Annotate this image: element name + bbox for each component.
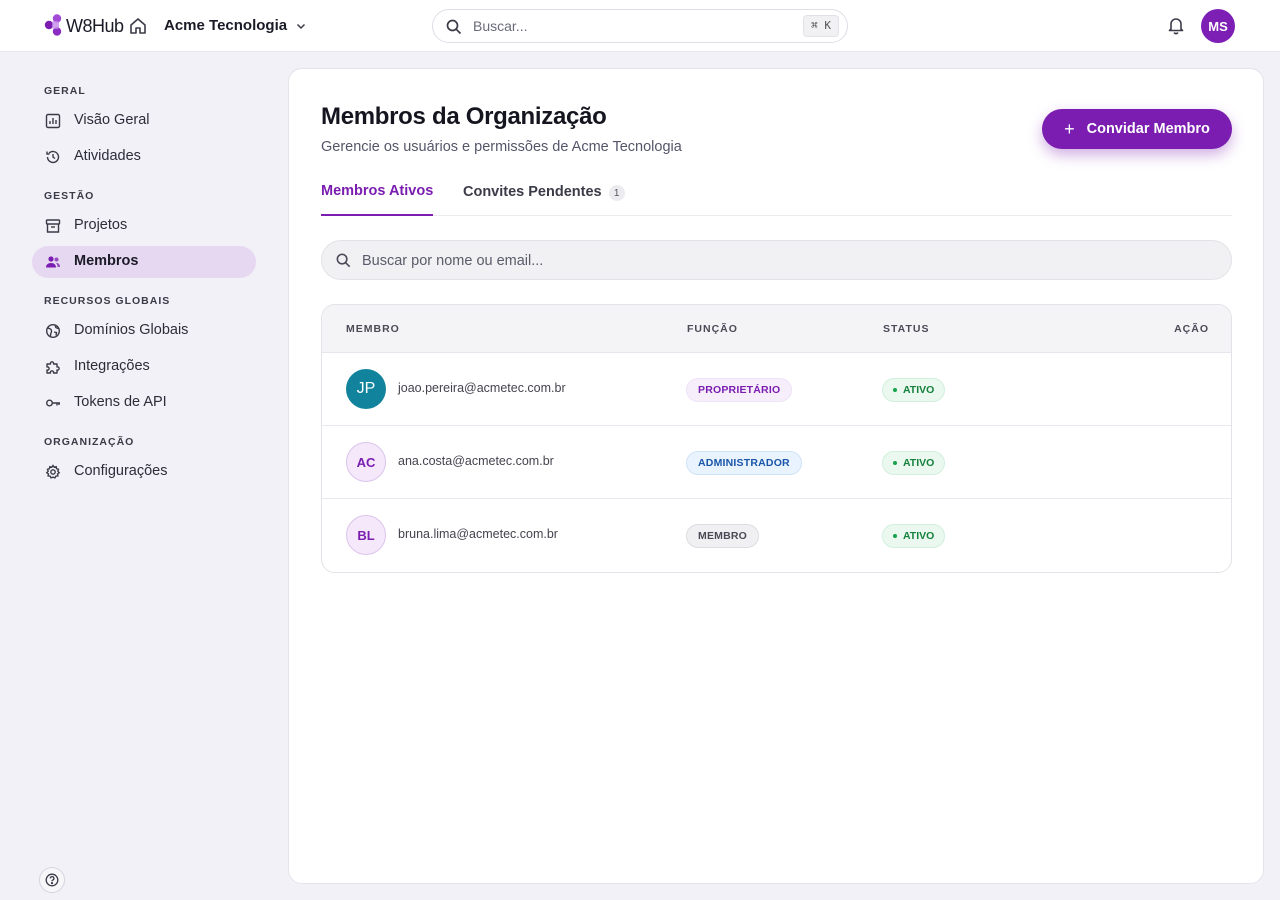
archive-icon: [45, 219, 61, 233]
member-email: bruna.lima@acmetec.com.br: [398, 527, 558, 541]
sidebar: GERAL Visão Geral Atividades GESTÃO Proj…: [0, 52, 288, 900]
page-subtitle: Gerencie os usuários e permissões de Acm…: [321, 139, 682, 155]
member-search-input[interactable]: [362, 251, 962, 271]
home-icon: [130, 18, 146, 34]
home-button[interactable]: [128, 16, 148, 36]
sidebar-item-dominios-globais[interactable]: Domínios Globais: [32, 315, 256, 347]
member-email: ana.costa@acmetec.com.br: [398, 454, 554, 468]
sidebar-item-projetos[interactable]: Projetos: [32, 210, 256, 242]
role-badge: MEMBRO: [686, 524, 760, 548]
table-row: JP joao.pereira@acmetec.com.br PROPRIETÁ…: [322, 353, 1231, 426]
help-button[interactable]: [39, 867, 65, 893]
sidebar-item-label: Integrações: [74, 358, 150, 374]
sidebar-item-atividades[interactable]: Atividades: [32, 141, 256, 173]
sidebar-item-label: Configurações: [74, 463, 168, 479]
pending-count-badge: 1: [608, 185, 625, 201]
puzzle-icon: [46, 361, 60, 374]
status-label: ATIVO: [903, 530, 935, 542]
status-badge: ATIVO: [882, 451, 946, 475]
sidebar-section-gestao: GESTÃO: [44, 190, 95, 202]
status-dot: [893, 534, 897, 538]
bell-icon: [1168, 18, 1184, 35]
plus-icon: +: [1064, 119, 1075, 139]
sidebar-item-visao-geral[interactable]: Visão Geral: [32, 105, 256, 137]
status-badge: ATIVO: [882, 378, 946, 402]
help-icon: [45, 873, 59, 887]
chevron-down-icon: [297, 23, 306, 29]
main-panel: Membros da Organização Gerencie os usuár…: [288, 68, 1264, 884]
status-label: ATIVO: [903, 384, 935, 396]
column-header-role: FUNÇÃO: [687, 323, 738, 335]
search-icon: [336, 253, 351, 268]
top-bar: W8Hub Acme Tecnologia ⌘ K MS: [0, 0, 1280, 52]
history-icon: [46, 150, 60, 164]
sidebar-section-geral: GERAL: [44, 85, 86, 97]
sidebar-item-label: Visão Geral: [74, 112, 150, 128]
sidebar-item-label: Atividades: [74, 148, 141, 164]
sidebar-item-label: Membros: [74, 253, 139, 269]
member-search[interactable]: [321, 240, 1232, 280]
tabs: Membros Ativos Convites Pendentes 1: [321, 175, 1232, 216]
status-label: ATIVO: [903, 457, 935, 469]
table-row: AC ana.costa@acmetec.com.br ADMINISTRADO…: [322, 426, 1231, 499]
table-row: BL bruna.lima@acmetec.com.br MEMBRO ATIV…: [322, 499, 1231, 572]
status-dot: [893, 461, 897, 465]
sidebar-item-integracoes[interactable]: Integrações: [32, 351, 256, 383]
avatar: AC: [346, 442, 386, 482]
column-header-member: MEMBRO: [346, 323, 400, 335]
global-search[interactable]: ⌘ K: [432, 9, 848, 43]
sidebar-section-recursos-globais: RECURSOS GLOBAIS: [44, 295, 171, 307]
table-header: MEMBRO FUNÇÃO STATUS AÇÃO: [322, 305, 1231, 353]
tab-label: Membros Ativos: [321, 183, 434, 199]
sidebar-item-label: Tokens de API: [74, 394, 167, 410]
sidebar-item-tokens-api[interactable]: Tokens de API: [32, 387, 256, 419]
avatar: JP: [346, 369, 386, 409]
page-title: Membros da Organização: [321, 103, 607, 130]
search-icon: [446, 19, 462, 35]
notifications-button[interactable]: [1166, 15, 1186, 35]
chart-icon: [45, 113, 61, 129]
sidebar-item-label: Domínios Globais: [74, 322, 189, 338]
avatar: BL: [346, 515, 386, 555]
globe-icon: [45, 323, 61, 339]
role-badge: PROPRIETÁRIO: [686, 378, 793, 402]
logo-icon: [44, 14, 62, 36]
tab-label: Convites Pendentes: [463, 184, 602, 200]
role-badge: ADMINISTRADOR: [686, 451, 802, 475]
member-email: joao.pereira@acmetec.com.br: [398, 381, 566, 395]
search-shortcut: ⌘ K: [803, 15, 839, 37]
global-search-input[interactable]: [473, 16, 773, 36]
invite-member-button[interactable]: + Convidar Membro: [1042, 109, 1232, 149]
org-name: Acme Tecnologia: [164, 17, 288, 34]
members-table: MEMBRO FUNÇÃO STATUS AÇÃO JP joao.pereir…: [321, 304, 1232, 573]
invite-member-label: Convidar Membro: [1086, 121, 1210, 137]
column-header-action: AÇÃO: [1174, 323, 1209, 335]
logo[interactable]: W8Hub: [43, 13, 124, 39]
status-dot: [893, 388, 897, 392]
key-icon: [46, 399, 60, 407]
column-header-status: STATUS: [883, 323, 930, 335]
app-name: W8Hub: [66, 15, 124, 36]
status-badge: ATIVO: [882, 524, 946, 548]
gear-icon: [45, 464, 61, 479]
sidebar-section-organizacao: ORGANIZAÇÃO: [44, 436, 135, 448]
users-icon: [46, 256, 60, 268]
sidebar-item-label: Projetos: [74, 217, 128, 233]
org-switcher[interactable]: Acme Tecnologia: [164, 17, 307, 34]
sidebar-item-configuracoes[interactable]: Configurações: [32, 456, 256, 488]
sidebar-item-membros[interactable]: Membros: [32, 246, 256, 278]
user-avatar[interactable]: MS: [1201, 9, 1235, 43]
tab-convites-pendentes[interactable]: Convites Pendentes 1: [463, 184, 625, 217]
tab-membros-ativos[interactable]: Membros Ativos: [321, 183, 434, 216]
